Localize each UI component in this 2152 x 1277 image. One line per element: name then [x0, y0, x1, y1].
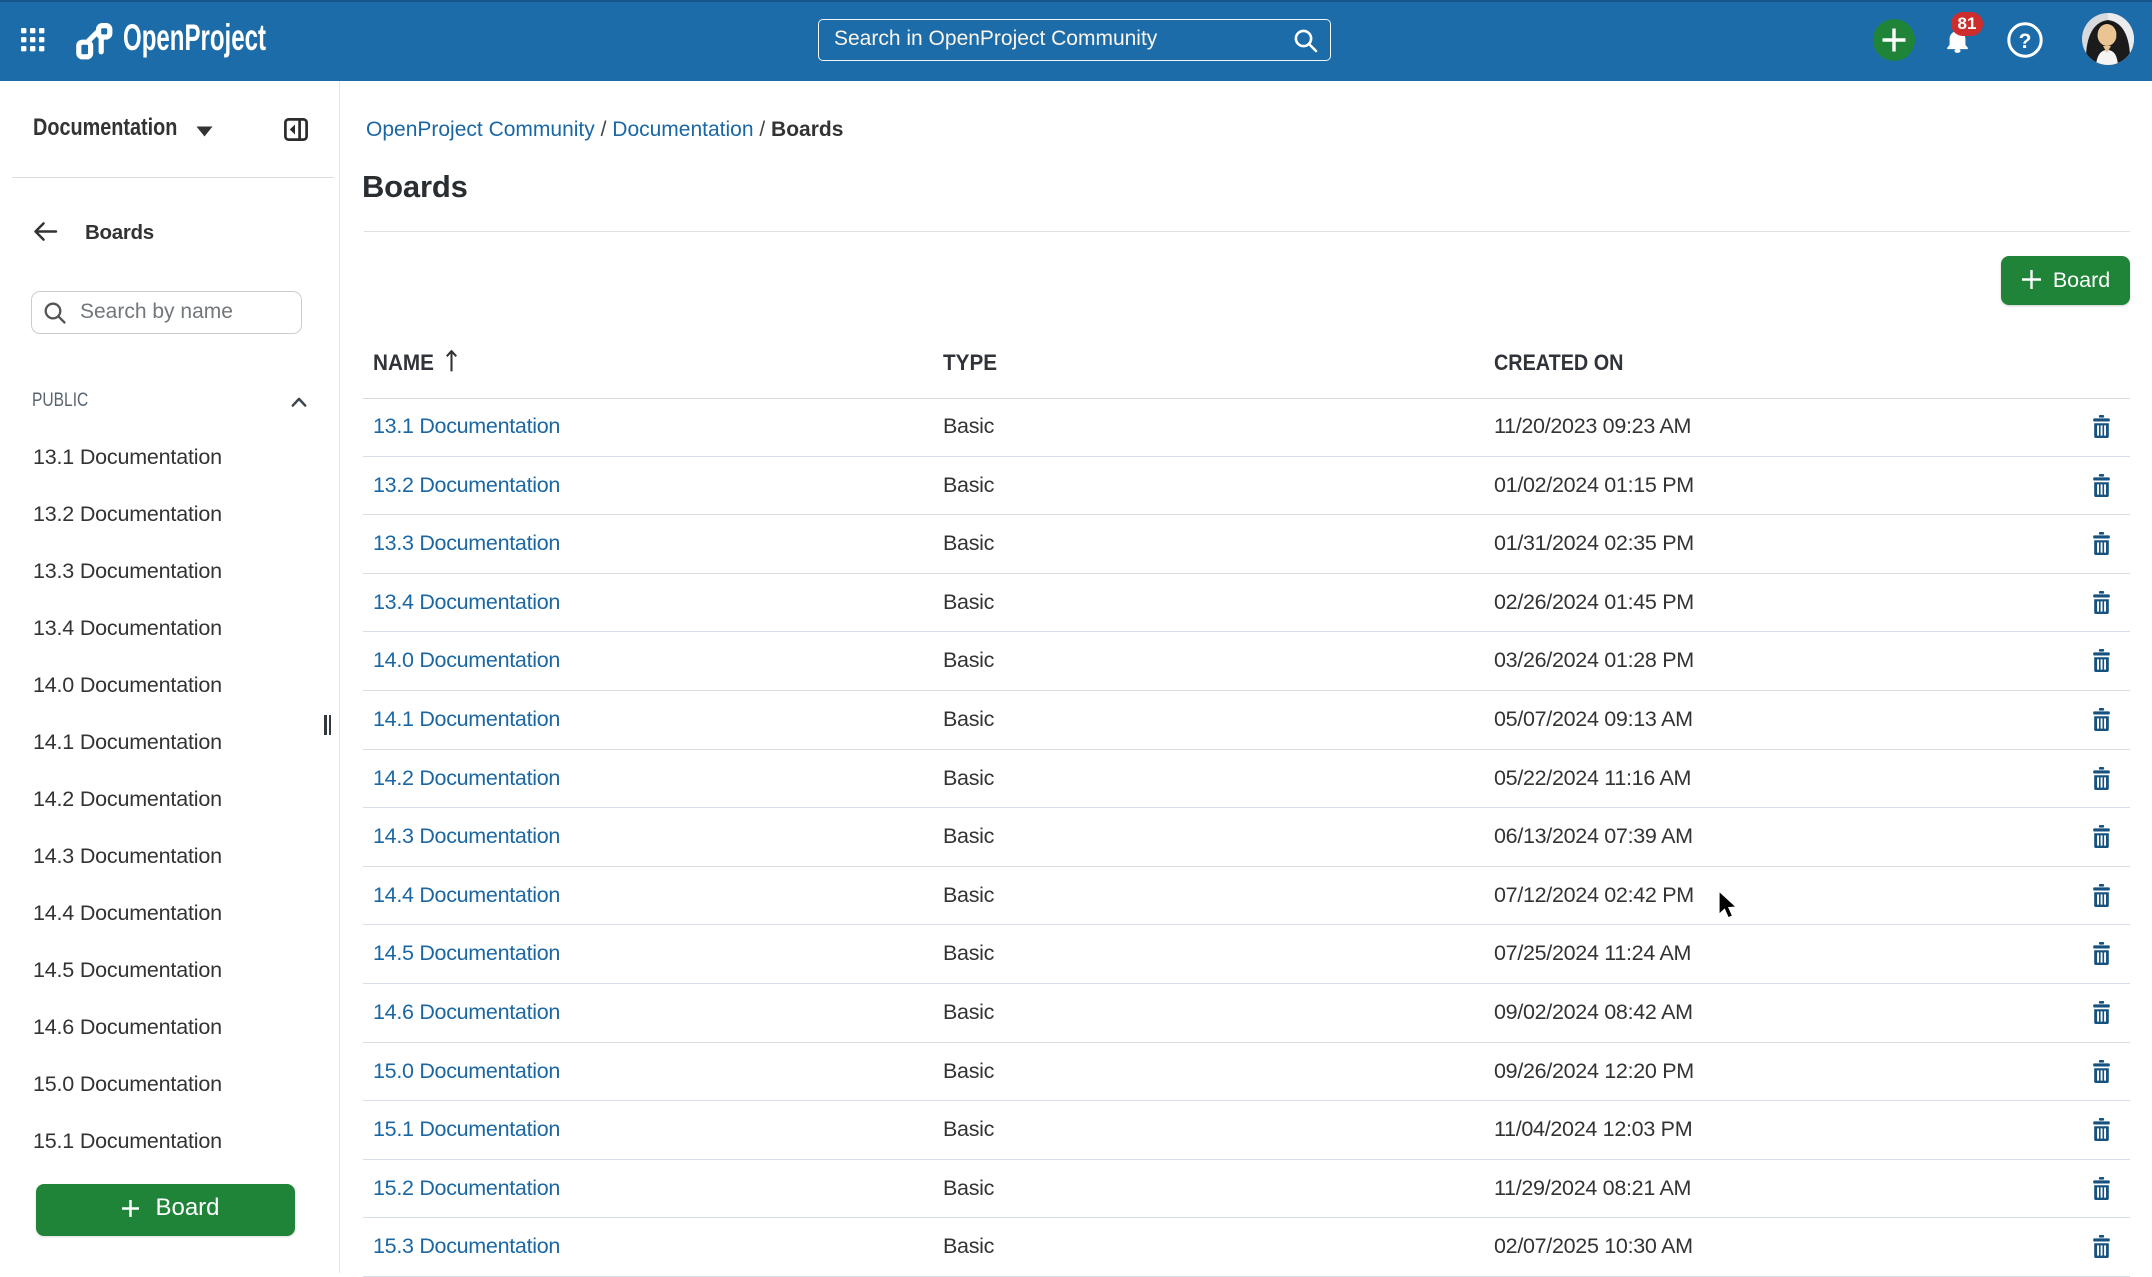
svg-text:?: ?: [2019, 30, 2032, 53]
svg-text:OpenProject: OpenProject: [123, 17, 266, 58]
